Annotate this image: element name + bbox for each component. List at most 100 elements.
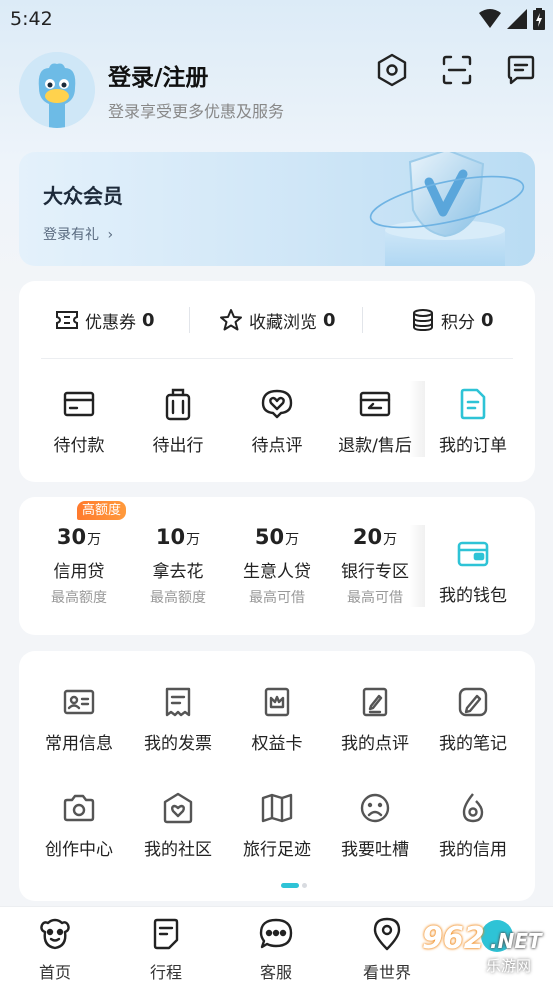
finance-card: 高额度 30万 信用贷 最高额度 10万 拿去花 最高额度 50万 生意人贷 最… <box>19 497 535 635</box>
star-icon <box>220 309 242 331</box>
stat-points-value: 0 <box>481 309 494 331</box>
battery-icon <box>533 8 545 30</box>
status-time: 5:42 <box>10 8 53 30</box>
avatar[interactable] <box>19 52 95 128</box>
tool-complaint[interactable]: 我要吐槽 <box>327 791 423 860</box>
order-doc-icon <box>456 387 490 421</box>
mascot-avatar-icon <box>19 52 95 128</box>
home-mascot-icon <box>38 917 72 951</box>
coins-icon <box>413 309 433 332</box>
member-login-gift-link[interactable]: 登录有礼 › <box>43 224 113 244</box>
my-orders[interactable]: 我的订单 <box>425 387 521 456</box>
watermark-num: 962 <box>422 921 485 956</box>
divider <box>409 525 425 607</box>
divider <box>189 307 190 333</box>
tool-my-community[interactable]: 我的社区 <box>130 791 226 860</box>
tool-label: 创作中心 <box>45 840 113 860</box>
stat-coupons-label: 优惠券 <box>85 312 136 333</box>
high-limit-badge: 高额度 <box>77 501 127 520</box>
order-pending-review[interactable]: 待点评 <box>229 387 325 456</box>
nav-customer-service[interactable]: 客服 <box>236 917 316 983</box>
chevron-right-icon: › <box>107 227 114 243</box>
tool-label: 常用信息 <box>45 734 113 754</box>
vip-shield-badge-icon <box>369 152 525 266</box>
order-label: 待付款 <box>53 436 105 456</box>
tools-card: 常用信息 我的发票 权益卡 我的点评 我的笔记 创作中心 我的社区 旅行足迹 我… <box>19 651 535 901</box>
orders-card: 优惠券 0 收藏浏览 0 积分 0 待付款 待出行 待点评 退款/售后 我的订单 <box>19 281 535 482</box>
sad-face-icon <box>358 791 392 825</box>
member-link-label: 登录有礼 <box>43 227 99 243</box>
loan-amount: 50万 <box>254 525 300 549</box>
loan-name: 生意人贷 <box>243 562 311 582</box>
watermark-logo: 962 .NET 乐游网 <box>414 915 549 977</box>
community-icon <box>161 791 195 825</box>
tool-label: 我的笔记 <box>439 734 507 754</box>
tool-benefit-card[interactable]: 权益卡 <box>229 685 325 754</box>
stat-points[interactable]: 积分 0 <box>411 305 494 335</box>
member-card[interactable]: 大众会员 登录有礼 › <box>19 152 535 266</box>
tool-creation-center[interactable]: 创作中心 <box>31 791 127 860</box>
settings-icon[interactable] <box>372 50 412 90</box>
order-pending-trip[interactable]: 待出行 <box>130 387 226 456</box>
loan-naquhua[interactable]: 10万 拿去花 最高额度 <box>130 525 226 607</box>
tool-common-info[interactable]: 常用信息 <box>31 685 127 754</box>
note-pencil-icon <box>456 685 490 719</box>
review-heart-icon <box>260 387 294 421</box>
tool-travel-footprint[interactable]: 旅行足迹 <box>229 791 325 860</box>
status-bar: 5:42 <box>0 0 553 38</box>
divider <box>41 358 513 359</box>
tool-my-notes[interactable]: 我的笔记 <box>425 685 521 754</box>
tool-label: 我要吐槽 <box>341 840 409 860</box>
crown-card-icon <box>260 685 294 719</box>
order-label: 待出行 <box>152 436 204 456</box>
login-register-title[interactable]: 登录/注册 <box>108 58 208 92</box>
loan-amount: 30万 <box>56 525 102 549</box>
status-icons <box>479 8 545 30</box>
loan-credit[interactable]: 30万 信用贷 最高额度 <box>31 525 127 607</box>
signal-icon <box>507 9 527 29</box>
itinerary-icon <box>149 917 183 951</box>
tool-label: 我的社区 <box>144 840 212 860</box>
nav-label: 首页 <box>38 963 71 982</box>
login-subtitle: 登录享受更多优惠及服务 <box>108 102 285 121</box>
wallet-label: 我的钱包 <box>439 586 507 606</box>
nav-label: 客服 <box>259 963 292 982</box>
watermark-net: .NET <box>490 929 542 953</box>
nav-home[interactable]: 首页 <box>15 917 95 983</box>
page-dot <box>302 883 307 888</box>
loan-sub: 最高额度 <box>51 590 107 606</box>
id-card-icon <box>62 685 96 719</box>
order-pending-payment[interactable]: 待付款 <box>31 387 127 456</box>
tool-label: 我的点评 <box>341 734 409 754</box>
card-icon <box>62 387 96 421</box>
tool-my-credit[interactable]: 我的信用 <box>425 791 521 860</box>
member-title: 大众会员 <box>43 184 123 208</box>
tool-label: 我的发票 <box>144 734 212 754</box>
my-wallet[interactable]: 我的钱包 <box>425 537 521 606</box>
stat-favorites-label: 收藏浏览 <box>249 312 317 333</box>
divider <box>409 381 425 457</box>
location-icon <box>370 917 404 951</box>
wifi-icon <box>479 9 501 28</box>
nav-itinerary[interactable]: 行程 <box>126 917 206 983</box>
loan-amount: 10万 <box>155 525 201 549</box>
stat-coupons-value: 0 <box>142 309 155 331</box>
stat-coupons[interactable]: 优惠券 0 <box>55 305 155 335</box>
chat-icon <box>259 917 293 951</box>
loan-business[interactable]: 50万 生意人贷 最高可借 <box>229 525 325 607</box>
loan-name: 信用贷 <box>53 562 105 582</box>
wallet-icon <box>456 537 490 571</box>
message-icon[interactable] <box>501 50 541 90</box>
tool-label: 权益卡 <box>251 734 303 754</box>
divider <box>362 307 363 333</box>
luggage-icon <box>161 387 195 421</box>
tool-label: 我的信用 <box>439 840 507 860</box>
order-label: 我的订单 <box>439 436 507 456</box>
map-icon <box>260 791 294 825</box>
tool-invoices[interactable]: 我的发票 <box>130 685 226 754</box>
page-indicator <box>281 883 307 888</box>
tool-my-reviews[interactable]: 我的点评 <box>327 685 423 754</box>
stat-favorites[interactable]: 收藏浏览 0 <box>219 305 336 335</box>
scan-icon[interactable] <box>437 50 477 90</box>
nav-label: 行程 <box>149 963 182 982</box>
